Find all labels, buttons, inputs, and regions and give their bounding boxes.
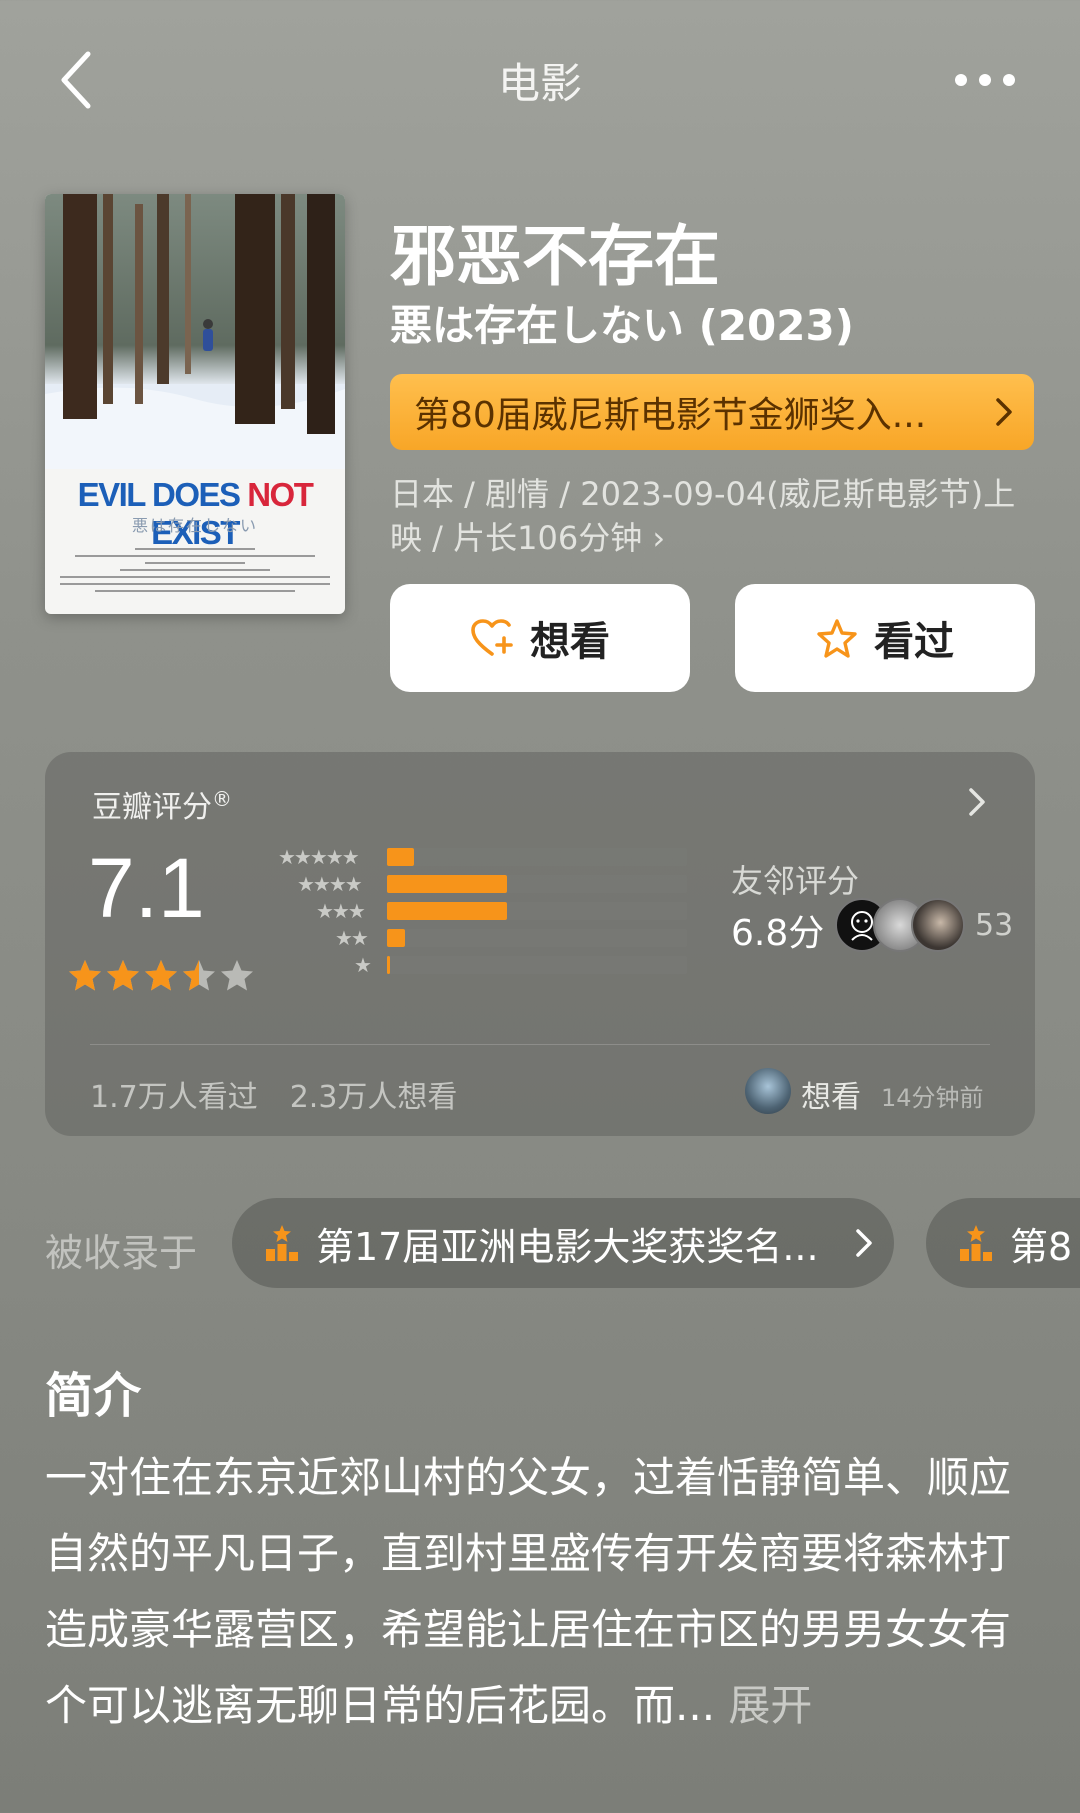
rating-bar-track xyxy=(387,956,687,974)
collection-chip[interactable]: 第17届亚洲电影大奖获奖名... xyxy=(232,1198,894,1288)
rating-bar-stars: ★★ xyxy=(335,926,369,950)
movie-meta-info[interactable]: 日本 / 剧情 / 2023-09-04(威尼斯电影节)上映 / 片长106分钟… xyxy=(390,472,1040,560)
chevron-right-icon xyxy=(974,397,1034,427)
rating-bar-track xyxy=(387,929,687,947)
recent-activity-time: 14分钟前 xyxy=(881,1084,984,1112)
award-banner-text: 第80届威尼斯电影节金狮奖入... xyxy=(414,395,927,436)
rating-bar-stars: ★★★★ xyxy=(297,872,363,896)
more-button[interactable] xyxy=(940,50,1030,110)
rating-bar-row: ★ xyxy=(267,953,687,977)
friend-rating-label: 友邻评分 xyxy=(731,862,860,900)
synopsis-title: 简介 xyxy=(45,1368,142,1424)
rating-bar-track xyxy=(387,875,687,893)
rating-bar-row: ★★★★ xyxy=(267,872,687,896)
star-filled-icon xyxy=(107,960,139,991)
rating-bar-fill xyxy=(387,956,390,974)
podium-icon xyxy=(262,1223,302,1263)
chevron-right-icon xyxy=(969,788,985,816)
award-banner[interactable]: 第80届威尼斯电影节金狮奖入... xyxy=(390,374,1034,450)
rating-score: 7.1 xyxy=(88,841,205,935)
poster-subtitle: 悪は存在しない xyxy=(131,516,258,535)
synopsis-body: 一对住在东京近郊山村的父女，过着恬静简单、顺应自然的平凡日子，直到村里盛传有开发… xyxy=(45,1440,1040,1744)
rating-card[interactable]: 豆瓣评分® 7.1 ★★★★★ ★★★★ ★★★ ★★ ★ 友邻评分 6.8分 53 1… xyxy=(45,752,1035,1136)
star-outline-icon xyxy=(817,619,857,658)
recent-activity-action: 想看 xyxy=(801,1080,861,1115)
watched-button[interactable]: 看过 xyxy=(735,584,1035,692)
rating-bar-row: ★★★★★ xyxy=(267,845,687,869)
rating-stars xyxy=(67,958,255,994)
rating-bar-fill xyxy=(387,875,507,893)
movie-original-title: 悪は存在しない (2023) xyxy=(390,301,854,350)
avatar xyxy=(911,898,965,952)
poster-credits xyxy=(55,534,335,597)
movie-title: 邪恶不存在 xyxy=(390,218,720,295)
podium-icon xyxy=(956,1223,996,1263)
synopsis-text: 一对住在东京近郊山村的父女，过着恬静简单、顺应自然的平凡日子，直到村里盛传有开发… xyxy=(45,1453,1012,1730)
star-filled-icon xyxy=(145,960,177,991)
friend-avatars[interactable] xyxy=(835,898,965,952)
star-filled-icon xyxy=(69,960,101,991)
friend-rating-count: 53 xyxy=(975,908,1014,943)
rating-bar-stars: ★★★ xyxy=(316,899,366,923)
collection-chip-text: 第8 xyxy=(1010,1224,1073,1269)
collection-chip[interactable]: 第8 xyxy=(926,1198,1080,1288)
poster-title-part: EVIL DOES xyxy=(77,476,248,513)
collections-label: 被收录于 xyxy=(45,1231,198,1275)
rating-bar-fill xyxy=(387,902,507,920)
rating-bar-stars: ★ xyxy=(354,953,372,977)
collection-chip-text: 第17届亚洲电影大奖获奖名... xyxy=(316,1224,819,1269)
rating-stats: 1.7万人看过 2.3万人想看 xyxy=(90,1072,457,1116)
rating-label-text: 豆瓣评分 xyxy=(92,790,212,825)
rating-detail-button[interactable] xyxy=(965,782,1005,822)
registered-mark: ® xyxy=(212,787,232,811)
page-title: 电影 xyxy=(497,59,582,108)
watched-label: 看过 xyxy=(874,619,954,665)
poster-forest-image xyxy=(45,194,345,469)
friend-rating-score: 6.8分 xyxy=(731,913,825,954)
want-count: 2.3万人想看 xyxy=(289,1080,458,1115)
seen-count: 1.7万人看过 xyxy=(90,1080,258,1115)
rating-bar-fill xyxy=(387,929,405,947)
top-bar: 电影 xyxy=(0,0,1080,160)
rating-bar-row: ★★★ xyxy=(267,899,687,923)
rating-label: 豆瓣评分® xyxy=(92,782,232,826)
avatar[interactable] xyxy=(745,1068,791,1114)
poster-title-red: NOT xyxy=(247,476,314,513)
more-dots-icon xyxy=(955,74,1015,86)
heart-plus-icon xyxy=(471,619,513,656)
rating-bar-stars: ★★★★★ xyxy=(278,845,360,869)
chevron-right-icon xyxy=(834,1228,894,1258)
rating-bar-track xyxy=(387,902,687,920)
star-empty-icon xyxy=(221,960,253,991)
rating-bar-fill xyxy=(387,848,414,866)
movie-poster[interactable]: EVIL DOES NOT EXIST 悪は存在しない xyxy=(45,194,345,614)
synopsis-expand-link[interactable]: 展开 xyxy=(728,1681,812,1730)
want-to-watch-button[interactable]: 想看 xyxy=(390,584,690,692)
star-half-icon xyxy=(183,960,215,991)
divider xyxy=(90,1044,990,1045)
rating-bar-track xyxy=(387,848,687,866)
rating-bar-row: ★★ xyxy=(267,926,687,950)
want-to-watch-label: 想看 xyxy=(530,619,610,665)
